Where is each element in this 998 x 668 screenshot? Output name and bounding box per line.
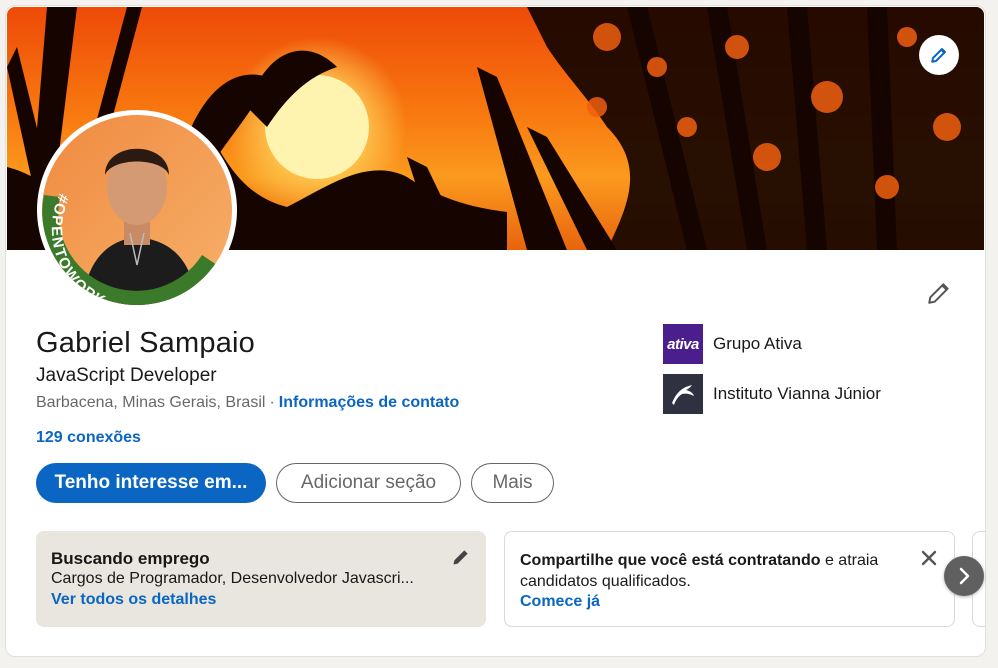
org-name: Instituto Vianna Júnior xyxy=(713,384,881,403)
pencil-icon xyxy=(931,48,946,63)
chevron-right-icon xyxy=(959,567,970,585)
grupo-ativa-logo: ativa xyxy=(663,324,703,364)
connections-link[interactable]: 129 conexões xyxy=(36,429,141,447)
hiring-text: Compartilhe que você está contratando e … xyxy=(520,550,910,592)
open-to-work-title: Buscando emprego xyxy=(51,549,210,568)
dolphin-icon xyxy=(672,385,694,405)
edit-intro-button[interactable] xyxy=(921,275,957,311)
carousel-next-button[interactable] xyxy=(944,556,984,596)
pencil-icon xyxy=(928,283,949,304)
get-started-link[interactable]: Comece já xyxy=(520,593,600,611)
profile-location-row: Barbacena, Minas Gerais, Brasil · Informaç… xyxy=(36,394,459,412)
open-to-work-roles: Cargos de Programador, Desenvolvedor Jav… xyxy=(51,570,414,587)
more-button[interactable]: Mais xyxy=(471,463,554,503)
profile-headline: JavaScript Developer xyxy=(36,365,217,386)
profile-photo[interactable]: #OPENTOWORK xyxy=(37,110,237,310)
org-name: Grupo Ativa xyxy=(713,334,802,353)
pencil-icon xyxy=(453,550,468,565)
add-section-button[interactable]: Adicionar seção xyxy=(276,463,461,503)
instituto-vianna-logo xyxy=(663,374,703,414)
open-to-work-panel[interactable]: Buscando emprego Cargos de Programador, … xyxy=(36,531,486,627)
location-text: Barbacena, Minas Gerais, Brasil xyxy=(36,394,266,411)
hiring-text-bold: Compartilhe que você está contratando xyxy=(520,552,821,569)
see-all-details-link[interactable]: Ver todos os detalhes xyxy=(51,591,216,609)
avatar: #OPENTOWORK xyxy=(42,115,232,305)
separator: · xyxy=(269,394,275,411)
open-to-button[interactable]: Tenho interesse em... xyxy=(36,463,266,503)
org-grupo-ativa[interactable]: ativa Grupo Ativa xyxy=(663,324,802,364)
profile-name: Gabriel Sampaio xyxy=(36,327,255,359)
dismiss-hiring-button[interactable] xyxy=(917,546,941,570)
close-icon xyxy=(921,550,937,566)
edit-banner-button[interactable] xyxy=(919,35,959,75)
contact-info-link[interactable]: Informações de contato xyxy=(279,394,459,411)
org-instituto-vianna-junior[interactable]: Instituto Vianna Júnior xyxy=(663,374,881,414)
edit-open-to-work-button[interactable] xyxy=(449,545,473,569)
profile-card: #OPENTOWORK Gabriel Sampaio JavaScript D… xyxy=(6,6,985,656)
hiring-panel: Compartilhe que você está contratando e … xyxy=(504,531,955,627)
